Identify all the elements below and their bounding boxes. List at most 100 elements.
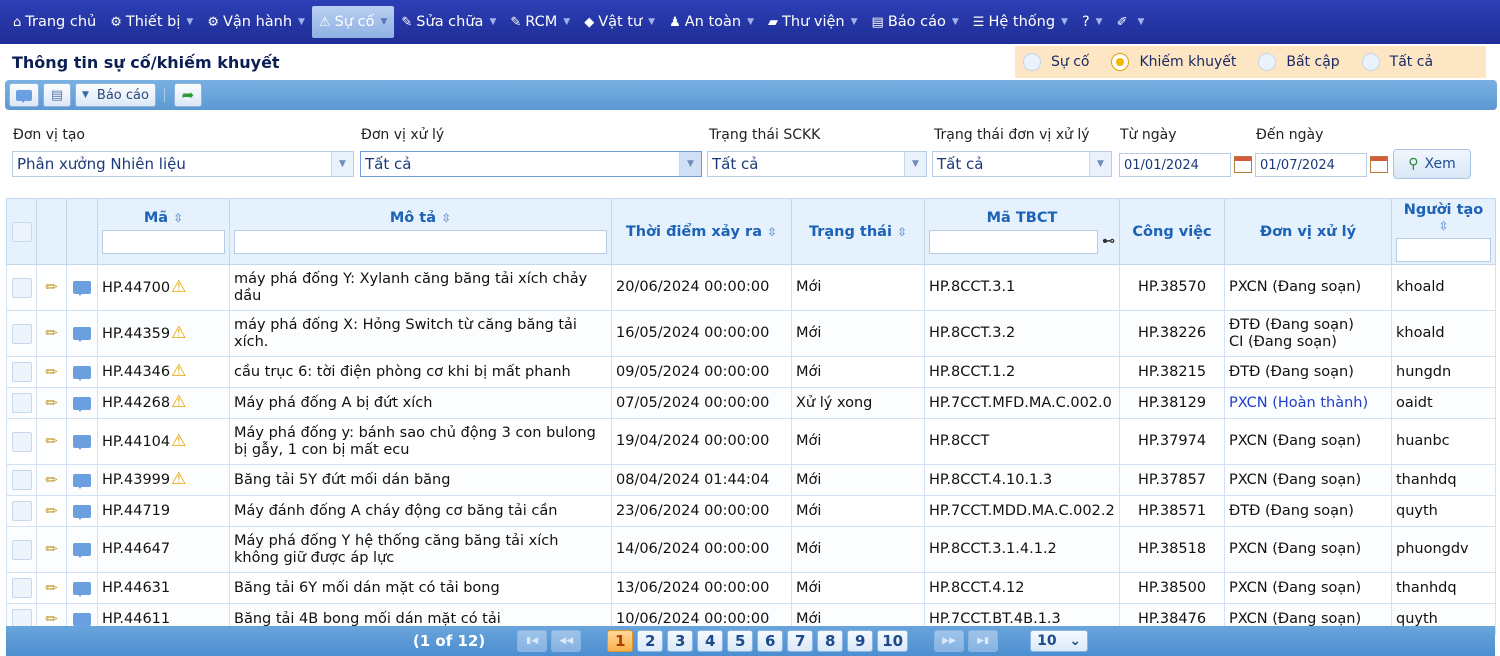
page-number-button[interactable]: 8: [817, 630, 844, 652]
comment-icon[interactable]: [73, 327, 91, 342]
radio-button[interactable]: [1023, 53, 1041, 71]
chevron-down-icon[interactable]: ▼: [904, 152, 926, 176]
creator-filter-input[interactable]: [1396, 237, 1491, 262]
table-row[interactable]: ✏ HP.44719 Máy đánh đống A cháy động cơ bă…: [6, 495, 1496, 527]
sort-icon[interactable]: ⇳: [897, 225, 907, 239]
incident-code[interactable]: HP.44719: [102, 503, 170, 519]
type-filter-option[interactable]: Bất cập: [1258, 53, 1340, 71]
table-row[interactable]: ✏ HP.43999⚠ Băng tải 5Y đứt mối dán băng 08…: [6, 464, 1496, 496]
page-number-button[interactable]: 4: [697, 630, 724, 652]
unit-status-select[interactable]: Tất cả ▼: [932, 151, 1112, 177]
unit-status[interactable]: PXCN (Hoàn thành): [1229, 395, 1368, 411]
incident-code[interactable]: HP.44104: [102, 434, 170, 450]
pencil-icon[interactable]: ✏: [41, 610, 62, 628]
table-row[interactable]: ✏ HP.44359⚠ máy phá đống X: Hỏng Switch từ…: [6, 310, 1496, 357]
pencil-icon[interactable]: ✏: [41, 433, 62, 450]
next-page-button[interactable]: ▶▶: [934, 630, 965, 652]
sort-icon[interactable]: ⇳: [173, 211, 183, 225]
last-page-button[interactable]: ▶▮: [968, 630, 999, 652]
pencil-icon[interactable]: ✏: [41, 363, 62, 381]
comment-icon[interactable]: [73, 581, 91, 597]
incident-code[interactable]: HP.44346: [102, 364, 170, 380]
incident-code[interactable]: HP.44359: [102, 326, 170, 342]
type-filter-option[interactable]: Sự cố: [1023, 53, 1089, 71]
menu-item-materials[interactable]: ◆ Vật tư ▼: [577, 6, 662, 38]
chevron-down-icon[interactable]: ▼: [679, 152, 701, 176]
comment-icon[interactable]: [73, 435, 91, 450]
pencil-icon[interactable]: ✏: [41, 541, 62, 558]
pencil-icon[interactable]: ✏: [41, 325, 62, 342]
comment-icon[interactable]: [73, 281, 91, 296]
table-row[interactable]: ✏ HP.44631 Băng tải 6Y mối dán mặt có tải …: [6, 572, 1496, 604]
comment-icon[interactable]: [73, 396, 91, 412]
row-checkbox[interactable]: [11, 431, 32, 452]
sort-icon[interactable]: ⇳: [441, 211, 451, 225]
tbct-filter-input[interactable]: [929, 229, 1098, 254]
description-column-header[interactable]: Mô tả ⇳: [229, 198, 612, 265]
row-checkbox[interactable]: [11, 539, 32, 560]
radio-button[interactable]: [1258, 53, 1277, 71]
page-size-select[interactable]: 10 ⌄: [1030, 630, 1089, 652]
radio-button[interactable]: [1361, 53, 1380, 71]
pencil-icon[interactable]: ✏: [41, 579, 62, 597]
binoculars-icon[interactable]: ⊷: [1102, 234, 1115, 249]
chevron-down-icon[interactable]: ▼: [1089, 152, 1111, 176]
handling-unit-select[interactable]: Tất cả ▼: [360, 151, 702, 177]
incident-code[interactable]: HP.43999: [102, 472, 170, 488]
created-unit-select[interactable]: Phân xưởng Nhiên liệu ▼: [12, 151, 354, 177]
status-column-header[interactable]: Trạng thái ⇳: [791, 198, 925, 265]
comment-icon[interactable]: [73, 504, 91, 520]
table-row[interactable]: ✏ HP.44700⚠ máy phá đống Y: Xylanh căng bă…: [6, 264, 1496, 311]
pencil-icon[interactable]: ✏: [41, 471, 62, 489]
select-all-checkbox[interactable]: [11, 221, 32, 242]
row-checkbox[interactable]: [11, 277, 32, 298]
chevron-down-icon[interactable]: ▼: [331, 152, 353, 176]
status-select[interactable]: Tất cả ▼: [707, 151, 927, 177]
menu-item-report[interactable]: ▤ Báo cáo ▼: [865, 6, 966, 38]
page-number-button[interactable]: 5: [727, 630, 754, 652]
sort-icon[interactable]: ⇳: [767, 225, 777, 239]
page-number-button[interactable]: 7: [787, 630, 814, 652]
table-row[interactable]: ✏ HP.44647 Máy phá đống Y hệ thống căng bă…: [6, 526, 1496, 573]
menu-item-brush[interactable]: ✐ ▼: [1110, 6, 1152, 38]
pencil-icon[interactable]: ✏: [41, 502, 62, 520]
comment-button[interactable]: [9, 83, 39, 107]
row-checkbox[interactable]: [11, 501, 32, 521]
menu-item-warning[interactable]: ⚠ Sự cố ▼: [311, 6, 395, 38]
row-checkbox[interactable]: [11, 470, 32, 490]
export-button[interactable]: ▤: [43, 83, 71, 107]
row-checkbox[interactable]: [11, 362, 32, 382]
radio-button[interactable]: [1111, 53, 1130, 71]
page-number-button[interactable]: 6: [757, 630, 784, 652]
creator-column-header[interactable]: Người tạo ⇳: [1391, 198, 1496, 265]
time-column-header[interactable]: Thời điểm xảy ra ⇳: [611, 198, 792, 265]
menu-item-home[interactable]: ⌂ Trang chủ: [6, 6, 103, 38]
incident-code[interactable]: HP.44611: [102, 611, 170, 627]
menu-item-rcm[interactable]: ✎ RCM ▼: [503, 6, 577, 38]
page-number-button[interactable]: 3: [667, 630, 694, 652]
page-number-button[interactable]: 1: [607, 630, 634, 652]
comment-icon[interactable]: [73, 612, 91, 628]
first-page-button[interactable]: ▮◀: [517, 630, 548, 652]
menu-item-help[interactable]: ? ▼: [1075, 6, 1110, 38]
page-number-button[interactable]: 9: [847, 630, 874, 652]
from-date-input[interactable]: 01/01/2024: [1119, 153, 1231, 177]
row-checkbox[interactable]: [11, 578, 32, 598]
row-checkbox[interactable]: [11, 393, 32, 413]
prev-page-button[interactable]: ◀◀: [551, 630, 582, 652]
calendar-icon[interactable]: [1234, 156, 1252, 173]
description-filter-input[interactable]: [234, 229, 607, 254]
code-column-header[interactable]: Mã ⇳: [97, 198, 230, 265]
menu-item-equipment[interactable]: ⚙ Thiết bị ▼: [103, 6, 200, 38]
forward-button[interactable]: ➦: [173, 83, 202, 107]
comment-icon[interactable]: [73, 365, 91, 381]
page-number-button[interactable]: 10: [877, 630, 909, 652]
pencil-icon[interactable]: ✏: [41, 394, 62, 412]
menu-item-library[interactable]: ▰ Thư viện ▼: [761, 6, 865, 38]
type-filter-option[interactable]: Tất cả: [1361, 53, 1433, 71]
comment-icon[interactable]: [73, 543, 91, 558]
menu-item-system[interactable]: ☰ Hệ thống ▼: [966, 6, 1075, 38]
row-checkbox[interactable]: [11, 323, 32, 344]
incident-code[interactable]: HP.44647: [102, 541, 170, 557]
menu-item-safety[interactable]: ♟ An toàn ▼: [662, 6, 761, 38]
